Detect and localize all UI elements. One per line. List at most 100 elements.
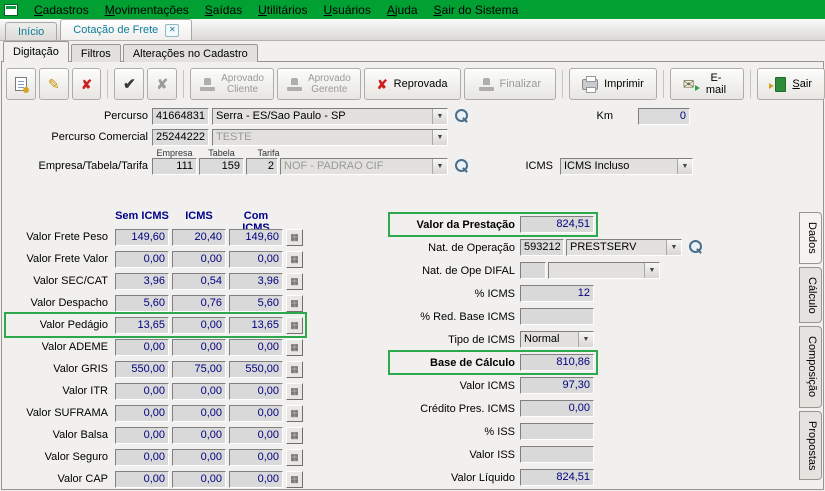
calculator-button[interactable]: ▦: [286, 251, 303, 268]
new-button[interactable]: [6, 68, 36, 100]
cell-com-icms[interactable]: 0,00: [229, 339, 283, 356]
aprovado-cliente-button[interactable]: Aprovado Cliente: [190, 68, 274, 100]
finalizar-button[interactable]: Finalizar: [464, 68, 557, 100]
calculator-button[interactable]: ▦: [286, 383, 303, 400]
cell-icms[interactable]: 0,00: [172, 383, 226, 400]
cell-sem-icms[interactable]: 13,65: [115, 317, 169, 334]
search-icon[interactable]: [454, 159, 469, 174]
calculator-button[interactable]: ▦: [286, 229, 303, 246]
icms-combo[interactable]: ICMS Incluso ▼: [560, 158, 693, 175]
nat-operacao-code-field[interactable]: 593212: [520, 239, 564, 256]
chevron-down-icon[interactable]: ▼: [677, 159, 692, 174]
km-field[interactable]: 0: [638, 108, 690, 125]
calculator-button[interactable]: ▦: [286, 449, 303, 466]
menu-item-usuarios[interactable]: Usuários: [315, 2, 378, 18]
calculator-button[interactable]: ▦: [286, 471, 303, 488]
percurso-comercial-code-field[interactable]: 25244222: [152, 129, 209, 146]
percurso-combo[interactable]: Serra - ES/Sao Paulo - SP ▼: [212, 108, 448, 125]
cell-com-icms[interactable]: 13,65: [229, 317, 283, 334]
cell-icms[interactable]: 0,54: [172, 273, 226, 290]
tarifa-field[interactable]: 2: [246, 158, 278, 175]
side-tab-propostas[interactable]: Propostas: [799, 411, 822, 481]
cell-sem-icms[interactable]: 0,00: [115, 471, 169, 488]
aprovado-gerente-button[interactable]: Aprovado Gerente: [277, 68, 361, 100]
calculator-button[interactable]: ▦: [286, 339, 303, 356]
cell-icms[interactable]: 0,00: [172, 405, 226, 422]
cell-sem-icms[interactable]: 0,00: [115, 339, 169, 356]
menu-item-movimentacoes[interactable]: Movimentações: [97, 2, 197, 18]
cell-com-icms[interactable]: 0,00: [229, 383, 283, 400]
calculator-button[interactable]: ▦: [286, 295, 303, 312]
close-tab-button[interactable]: ✕: [165, 24, 179, 37]
cell-sem-icms[interactable]: 3,96: [115, 273, 169, 290]
tarifa-combo[interactable]: NOF - PADRAO CIF ▼: [280, 158, 448, 175]
calculator-button[interactable]: ▦: [286, 427, 303, 444]
cell-sem-icms[interactable]: 0,00: [115, 405, 169, 422]
menu-item-saidas[interactable]: Saídas: [197, 2, 250, 18]
calculator-button[interactable]: ▦: [286, 317, 303, 334]
chevron-down-icon[interactable]: ▼: [666, 240, 681, 255]
cell-com-icms[interactable]: 5,60: [229, 295, 283, 312]
cell-com-icms[interactable]: 149,60: [229, 229, 283, 246]
cell-icms[interactable]: 0,00: [172, 471, 226, 488]
reprovada-button[interactable]: ✘ Reprovada: [364, 68, 461, 100]
cell-icms[interactable]: 0,76: [172, 295, 226, 312]
cell-com-icms[interactable]: 0,00: [229, 449, 283, 466]
imprimir-button[interactable]: Imprimir: [569, 68, 657, 100]
cell-com-icms[interactable]: 3,96: [229, 273, 283, 290]
chevron-down-icon[interactable]: ▼: [432, 130, 447, 145]
perc-iss-field[interactable]: [520, 423, 594, 440]
cancel-button[interactable]: ✘: [147, 68, 177, 100]
cell-com-icms[interactable]: 0,00: [229, 405, 283, 422]
valor-iss-field[interactable]: [520, 446, 594, 463]
edit-button[interactable]: ✎: [39, 68, 69, 100]
side-tab-calculo[interactable]: Cálculo: [799, 267, 822, 324]
empresa-field[interactable]: 111: [152, 158, 197, 175]
delete-button[interactable]: ✘: [72, 68, 102, 100]
subtab-filtros[interactable]: Filtros: [71, 44, 121, 62]
cell-icms[interactable]: 0,00: [172, 427, 226, 444]
subtab-alteracoes-no-cadastro[interactable]: Alterações no Cadastro: [123, 44, 258, 62]
cell-sem-icms[interactable]: 5,60: [115, 295, 169, 312]
credito-pres-icms-field[interactable]: 0,00: [520, 400, 594, 417]
cell-icms[interactable]: 0,00: [172, 251, 226, 268]
menu-item-sair-do-sistema[interactable]: Sair do Sistema: [426, 2, 527, 18]
cell-icms[interactable]: 20,40: [172, 229, 226, 246]
cell-sem-icms[interactable]: 550,00: [115, 361, 169, 378]
chevron-down-icon[interactable]: ▼: [432, 159, 447, 174]
side-tab-dados[interactable]: Dados: [799, 212, 822, 264]
cell-icms[interactable]: 0,00: [172, 339, 226, 356]
menu-item-utilitarios[interactable]: Utilitários: [250, 2, 315, 18]
tab-cotacao-de-frete[interactable]: Cotação de Frete ✕: [60, 19, 192, 40]
valor-prestacao-field[interactable]: 824,51: [520, 216, 594, 233]
percurso-code-field[interactable]: 41664831: [152, 108, 209, 125]
cell-com-icms[interactable]: 0,00: [229, 251, 283, 268]
cell-com-icms[interactable]: 550,00: [229, 361, 283, 378]
cell-sem-icms[interactable]: 0,00: [115, 251, 169, 268]
cell-sem-icms[interactable]: 149,60: [115, 229, 169, 246]
tabela-field[interactable]: 159: [199, 158, 244, 175]
chevron-down-icon[interactable]: ▼: [432, 109, 447, 124]
search-icon[interactable]: [688, 240, 703, 255]
cell-icms[interactable]: 75,00: [172, 361, 226, 378]
percurso-comercial-combo[interactable]: TESTE ▼: [212, 129, 448, 146]
chevron-down-icon[interactable]: ▼: [644, 263, 659, 278]
chevron-down-icon[interactable]: ▼: [578, 332, 593, 347]
confirm-button[interactable]: ✔: [114, 68, 144, 100]
subtab-digitacao[interactable]: Digitação: [3, 41, 69, 62]
nat-ope-difal-code-field[interactable]: [520, 262, 546, 279]
calculator-button[interactable]: ▦: [286, 405, 303, 422]
nat-ope-difal-combo[interactable]: ▼: [548, 262, 660, 279]
calculator-button[interactable]: ▦: [286, 273, 303, 290]
tab-inicio[interactable]: Início: [5, 22, 57, 40]
nat-operacao-combo[interactable]: PRESTSERV ▼: [566, 239, 682, 256]
cell-icms[interactable]: 0,00: [172, 317, 226, 334]
perc-icms-field[interactable]: 12: [520, 285, 594, 302]
valor-icms-field[interactable]: 97,30: [520, 377, 594, 394]
menu-item-ajuda[interactable]: Ajuda: [379, 2, 426, 18]
cell-com-icms[interactable]: 0,00: [229, 471, 283, 488]
base-calculo-field[interactable]: 810,86: [520, 354, 594, 371]
cell-sem-icms[interactable]: 0,00: [115, 383, 169, 400]
search-icon[interactable]: [454, 109, 469, 124]
calculator-button[interactable]: ▦: [286, 361, 303, 378]
